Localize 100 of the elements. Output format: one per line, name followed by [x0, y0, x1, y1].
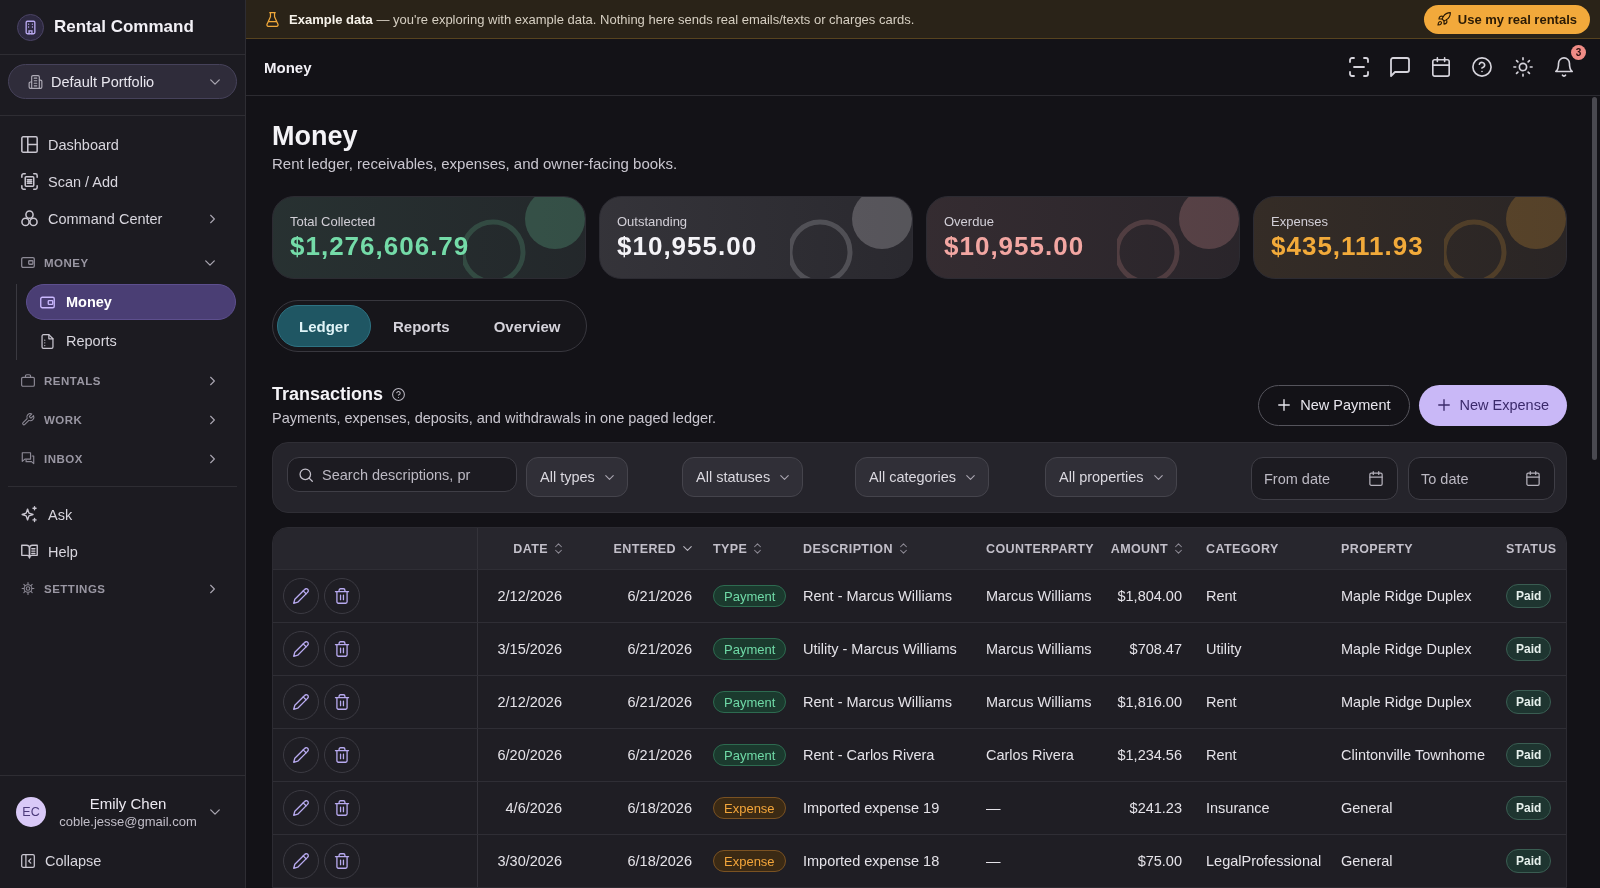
chevron-down-icon: [780, 474, 790, 480]
tab[interactable]: Ledger: [277, 305, 371, 347]
table-cell: Maple Ridge Duplex: [1341, 694, 1472, 710]
table-cell: 6/18/2026: [627, 800, 692, 816]
table-cell: $708.47: [1129, 641, 1182, 657]
table-cell: 6/18/2026: [627, 853, 692, 869]
column-header[interactable]: AMOUNT: [1110, 541, 1182, 556]
user-name: Emily Chen: [89, 795, 167, 812]
table-cell: Rent - Marcus Williams: [803, 588, 953, 604]
stat-label: Overdue: [944, 213, 995, 230]
filter-select[interactable]: All categories: [855, 457, 990, 497]
table-cell: Marcus Williams: [986, 588, 1092, 604]
trash-icon: [334, 588, 350, 604]
trash-icon: [334, 694, 350, 710]
table-cell: Marcus Williams: [986, 694, 1092, 710]
filter-select[interactable]: All types: [526, 457, 628, 497]
flask-icon: [266, 11, 279, 27]
chevron-down-icon: [966, 474, 976, 480]
plus-icon: [1278, 399, 1291, 411]
status-badge: Paid: [1506, 796, 1552, 820]
tab[interactable]: Reports: [371, 305, 472, 347]
page-title: Money: [272, 120, 359, 152]
pencil-icon: [293, 800, 309, 816]
sort-descending-icon: [683, 546, 692, 551]
nav-section[interactable]: SETTINGS: [0, 570, 245, 607]
column-header[interactable]: DATE: [513, 541, 562, 556]
tab[interactable]: Overview: [471, 305, 583, 347]
table-cell: Maple Ridge Duplex: [1341, 588, 1472, 604]
scrollbar-thumb[interactable]: [1592, 97, 1597, 460]
nav-section[interactable]: RENTALS: [0, 362, 245, 399]
column-header[interactable]: ENTERED: [613, 541, 692, 556]
nav-item[interactable]: Money: [26, 284, 236, 320]
app-name: Rental Command: [54, 17, 194, 37]
wallet-icon: [40, 294, 55, 310]
scan-icon: [21, 173, 38, 190]
table-cell: 6/21/2026: [627, 588, 692, 604]
nav-item[interactable]: Ask: [0, 496, 245, 533]
calendar-icon[interactable]: [1431, 57, 1451, 77]
collapse-button[interactable]: Collapse: [8, 845, 102, 877]
table-cell: 6/21/2026: [627, 641, 692, 657]
sort-icon: [1175, 543, 1182, 554]
nav-item[interactable]: Help: [0, 533, 245, 570]
nav-item[interactable]: Scan / Add: [0, 163, 245, 200]
chevron-down-icon: [1153, 474, 1163, 480]
nav-item[interactable]: Command Center: [0, 200, 245, 237]
column-header: COUNTERPARTY: [986, 541, 1095, 556]
nav-section[interactable]: WORK: [0, 401, 245, 438]
nav-section[interactable]: INBOX: [0, 440, 245, 477]
top-bar-title: Money: [264, 58, 312, 76]
use-real-rentals-button[interactable]: Use my real rentals: [1423, 4, 1590, 34]
table-cell: 6/21/2026: [627, 694, 692, 710]
table-cell: 2/12/2026: [497, 694, 562, 710]
date-field[interactable]: From date: [1251, 457, 1398, 500]
edit-button[interactable]: [283, 843, 319, 879]
date-field[interactable]: To date: [1408, 457, 1555, 500]
circles-icon: [21, 210, 38, 227]
wrench-icon: [21, 413, 35, 426]
table-cell: General: [1341, 853, 1393, 869]
portfolio-select[interactable]: Default Portfolio: [8, 64, 237, 99]
column-header: STATUS: [1506, 541, 1557, 556]
table-cell: Maple Ridge Duplex: [1341, 641, 1472, 657]
table-cell: 6/20/2026: [497, 747, 562, 763]
table-cell: 3/15/2026: [497, 641, 562, 657]
chat-icon[interactable]: [1390, 57, 1410, 77]
chat-icon: [21, 452, 35, 465]
notification-badge: 3: [1571, 45, 1586, 60]
search-field[interactable]: Search descriptions, pr: [287, 457, 517, 492]
pencil-icon: [293, 641, 309, 657]
user-menu[interactable]: EC Emily Chen coble.jesse@gmail.com: [8, 787, 237, 837]
table-cell: LegalProfessional: [1206, 853, 1322, 869]
status-badge: Paid: [1506, 584, 1552, 608]
wallet-icon: [21, 256, 35, 269]
type-badge: Expense: [713, 797, 786, 819]
filter-select[interactable]: All statuses: [682, 457, 804, 497]
stat-label: Total Collected: [290, 213, 377, 230]
column-header[interactable]: TYPE: [713, 541, 762, 556]
table-cell: Utility - Marcus Williams: [803, 641, 957, 657]
help-icon[interactable]: [392, 387, 406, 401]
help-icon[interactable]: [1472, 57, 1492, 77]
sun-icon[interactable]: [1513, 57, 1533, 77]
plus-icon: [1437, 399, 1450, 411]
pencil-icon: [293, 853, 309, 869]
nav-section[interactable]: MONEY: [0, 244, 245, 281]
section-title: Transactions: [272, 383, 384, 406]
briefcase-icon: [21, 374, 35, 387]
book-icon: [21, 543, 38, 560]
notifications-icon[interactable]: [1554, 57, 1574, 77]
new-expense-button[interactable]: New Expense: [1418, 384, 1567, 426]
chevron-down-icon: [604, 474, 614, 480]
scan-icon[interactable]: [1349, 57, 1369, 77]
nav-item[interactable]: Dashboard: [0, 126, 245, 163]
filter-select[interactable]: All properties: [1045, 457, 1177, 497]
table-cell: Marcus Williams: [986, 641, 1092, 657]
type-badge: Expense: [713, 850, 786, 872]
column-header[interactable]: DESCRIPTION: [803, 541, 907, 556]
table-cell: Imported expense 18: [803, 853, 940, 869]
sort-icon: [754, 543, 762, 554]
nav-item[interactable]: Reports: [26, 323, 236, 359]
building-icon: [29, 74, 42, 89]
column-header: CATEGORY: [1206, 541, 1279, 556]
